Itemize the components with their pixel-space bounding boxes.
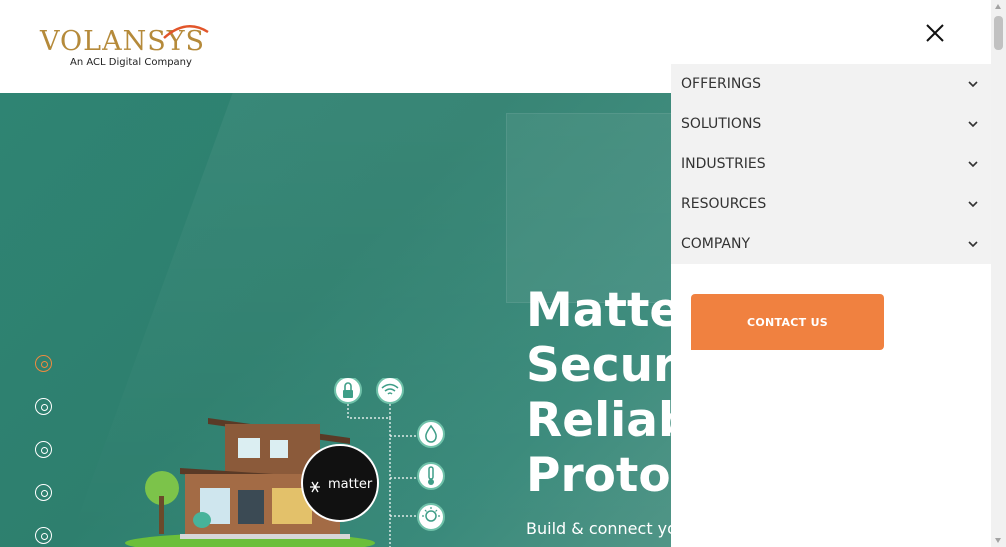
thermometer-icon [417,462,445,490]
matter-badge: matter [301,444,379,522]
nav-item-company[interactable]: COMPANY [671,224,991,264]
scroll-up-arrow-icon[interactable] [995,4,1001,9]
scrollbar-thumb[interactable] [994,16,1003,50]
slider-dot[interactable] [35,398,52,415]
light-bulb-icon [417,503,445,531]
nav-item-label: INDUSTRIES [681,156,766,172]
logo-tagline: An ACL Digital Company [70,57,192,68]
nav-item-label: RESOURCES [681,196,767,212]
slider-dot[interactable] [35,355,52,372]
wifi-icon [376,378,404,404]
scroll-down-arrow-icon[interactable] [995,538,1001,543]
nav-item-solutions[interactable]: SOLUTIONS [671,104,991,144]
nav-item-label: OFFERINGS [681,76,762,92]
logo-swoosh-icon [163,25,209,39]
nav-item-offerings[interactable]: OFFERINGS [671,64,991,104]
chevron-down-icon [968,161,978,168]
smart-home-illustration: matter [125,378,445,547]
nav-item-resources[interactable]: RESOURCES [671,184,991,224]
nav-item-label: COMPANY [681,236,751,252]
chevron-down-icon [968,121,978,128]
hero-subtitle: Build & connect yo [526,519,677,538]
nav-menu: OFFERINGS SOLUTIONS INDUSTRIES RESOURCES… [671,64,991,264]
nav-item-industries[interactable]: INDUSTRIES [671,144,991,184]
page-scrollbar[interactable] [991,0,1006,547]
chevron-down-icon [968,201,978,208]
chevron-down-icon [968,81,978,88]
nav-item-label: SOLUTIONS [681,116,762,132]
water-drop-icon [417,420,445,448]
contact-us-button[interactable]: CONTACT US [691,294,884,350]
hero-slider-dots [35,355,52,547]
lock-icon [334,378,362,404]
matter-badge-label: matter [328,477,373,492]
mobile-nav-drawer: OFFERINGS SOLUTIONS INDUSTRIES RESOURCES… [671,0,991,547]
slider-dot[interactable] [35,484,52,501]
bush-icon [193,512,211,528]
slider-dot[interactable] [35,527,52,544]
chevron-down-icon [968,241,978,248]
volansys-logo[interactable]: VOLANSYS An ACL Digital Company [40,22,215,72]
slider-dot[interactable] [35,441,52,458]
close-icon[interactable] [922,20,948,46]
